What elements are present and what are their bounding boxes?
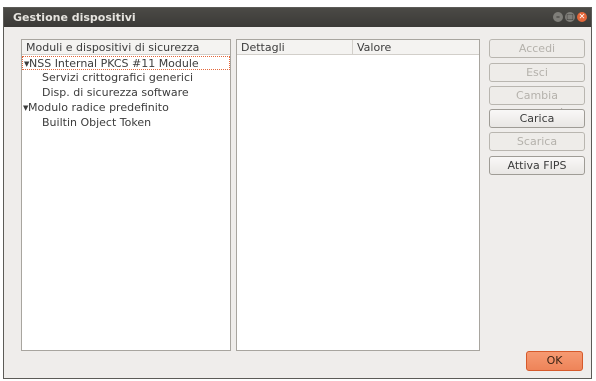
tree-item-generic-crypto-services[interactable]: Servizi crittografici generici bbox=[42, 71, 193, 85]
details-column-header-label: Dettagli bbox=[241, 41, 285, 54]
tree-item-builtin-roots-module[interactable]: ▼Modulo radice predefinito bbox=[23, 101, 169, 115]
unload-button[interactable]: Scarica bbox=[489, 132, 585, 151]
tree-item-label: NSS Internal PKCS #11 Module bbox=[29, 57, 199, 70]
tree-item-label: Servizi crittografici generici bbox=[42, 71, 194, 84]
tree-item-label: Builtin Object Token bbox=[42, 116, 152, 129]
load-button[interactable]: Carica bbox=[489, 109, 585, 128]
title-bar: Gestione dispositivi – □ ✕ bbox=[4, 8, 591, 27]
window-controls: – □ ✕ bbox=[553, 12, 587, 22]
details-table-panel[interactable]: Dettagli Valore bbox=[236, 39, 480, 351]
device-manager-window: Gestione dispositivi – □ ✕ Moduli e disp… bbox=[3, 7, 592, 379]
change-password-button[interactable]: Cambia password bbox=[489, 86, 585, 119]
window-title: Gestione dispositivi bbox=[13, 11, 136, 24]
minimize-icon[interactable]: – bbox=[553, 12, 563, 22]
close-icon[interactable]: ✕ bbox=[577, 12, 587, 22]
details-column-header[interactable]: Dettagli bbox=[237, 40, 353, 55]
modules-column-header-label: Moduli e dispositivi di sicurezza bbox=[26, 41, 200, 54]
enable-fips-button[interactable]: Attiva FIPS bbox=[489, 156, 585, 175]
maximize-icon[interactable]: □ bbox=[565, 12, 575, 22]
tree-item-nss-internal-module[interactable]: ▼NSS Internal PKCS #11 Module bbox=[22, 56, 230, 70]
modules-column-header[interactable]: Moduli e dispositivi di sicurezza bbox=[22, 40, 230, 55]
value-column-header-label: Valore bbox=[357, 41, 392, 54]
ok-button[interactable]: OK bbox=[526, 351, 583, 371]
tree-item-software-security-device[interactable]: Disp. di sicurezza software bbox=[42, 86, 189, 100]
value-column-header[interactable]: Valore bbox=[353, 40, 479, 55]
logout-button[interactable]: Esci bbox=[489, 63, 585, 82]
tree-item-builtin-object-token[interactable]: Builtin Object Token bbox=[42, 116, 151, 130]
modules-tree-panel[interactable]: Moduli e dispositivi di sicurezza ▼NSS I… bbox=[21, 39, 231, 351]
tree-item-label: Disp. di sicurezza software bbox=[42, 86, 189, 99]
tree-item-label: Modulo radice predefinito bbox=[28, 101, 169, 114]
login-button[interactable]: Accedi bbox=[489, 39, 585, 58]
